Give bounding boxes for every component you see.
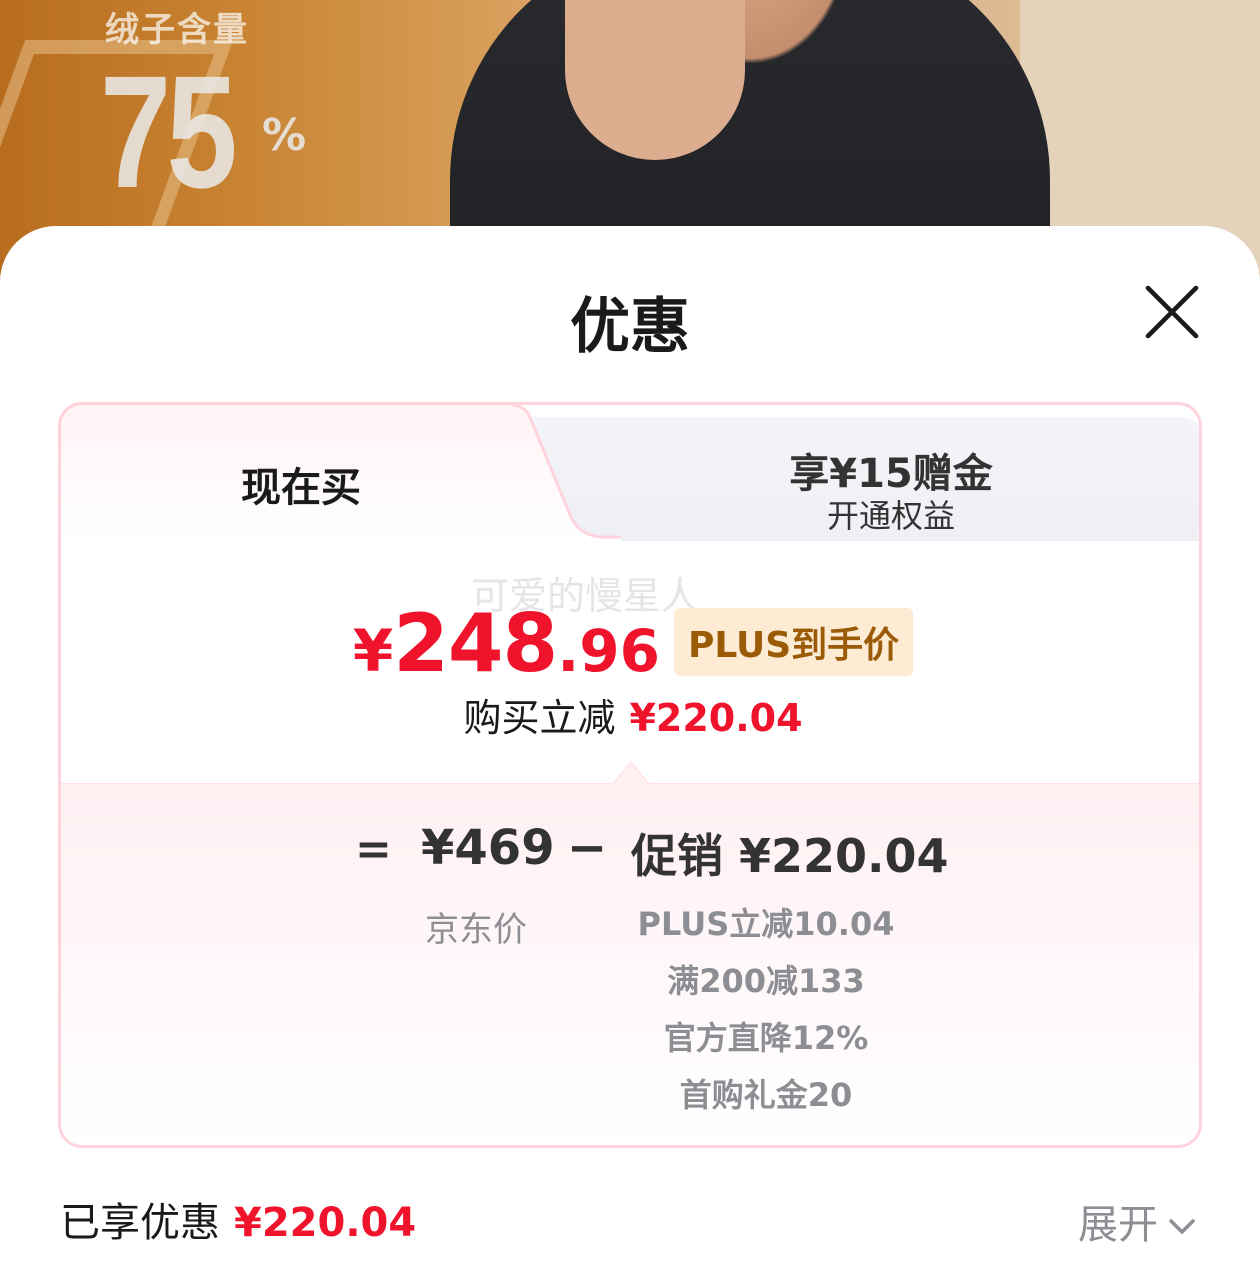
promo-item: 满200减133 — [667, 962, 865, 1000]
chevron-down-icon — [1169, 1219, 1195, 1234]
expand-button[interactable]: 展开 — [1078, 1192, 1196, 1250]
tab-buy-now[interactable]: 现在买 — [61, 455, 541, 513]
discount-sheet: 优惠 现在买 享¥15赠金 开通权益 可爱的慢星人 ¥248.96 PLUS到手… — [0, 226, 1260, 1275]
tab-membership-subtitle: 开通权益 — [826, 497, 955, 535]
fill-unit: % — [262, 110, 307, 161]
sheet-title: 优惠 — [570, 292, 690, 362]
jd-price-label: 京东价 — [425, 910, 527, 950]
promo-item: 首购礼金20 — [679, 1076, 853, 1114]
promo-item: PLUS立减10.04 — [637, 905, 895, 943]
plus-price-badge: PLUS到手价 — [673, 608, 914, 676]
tab-bar: 现在买 享¥15赠金 开通权益 — [61, 405, 1199, 541]
jd-price: ¥469 — [421, 820, 555, 876]
close-icon — [1145, 285, 1199, 339]
price-integer: 248 — [393, 597, 558, 690]
price-breakdown: = ¥469 − 促销 ¥220.04 京东价 PLUS立减10.04 满200… — [61, 760, 1199, 1145]
enjoyed-discount-label: 已享优惠 — [60, 1200, 220, 1246]
close-button[interactable] — [1144, 284, 1200, 340]
promo-item: 官方直降12% — [663, 1019, 869, 1057]
promo-list: PLUS立减10.04 满200减133 官方直降12% 首购礼金20 — [621, 896, 911, 1124]
price-decimal: .96 — [557, 617, 660, 685]
minus-sign: − — [567, 820, 608, 876]
equals-sign: = — [355, 824, 392, 875]
enjoyed-discount: 已享优惠 ¥220.04 — [60, 1190, 416, 1248]
promo-total: 促销 ¥220.04 — [631, 829, 949, 883]
instant-discount: 购买立减 ¥220.04 — [61, 687, 1199, 742]
notch-arrow — [613, 760, 649, 784]
enjoyed-discount-amount: ¥220.04 — [234, 1200, 417, 1246]
price-currency: ¥ — [352, 617, 394, 685]
fill-value: 75 — [100, 42, 238, 221]
instant-discount-amount: ¥220.04 — [629, 696, 803, 740]
instant-discount-label: 购买立减 — [463, 696, 616, 740]
final-price: ¥248.96 PLUS到手价 — [61, 597, 1199, 690]
expand-label: 展开 — [1078, 1202, 1158, 1248]
price-card: 现在买 享¥15赠金 开通权益 可爱的慢星人 ¥248.96 PLUS到手价 购买… — [58, 402, 1202, 1148]
